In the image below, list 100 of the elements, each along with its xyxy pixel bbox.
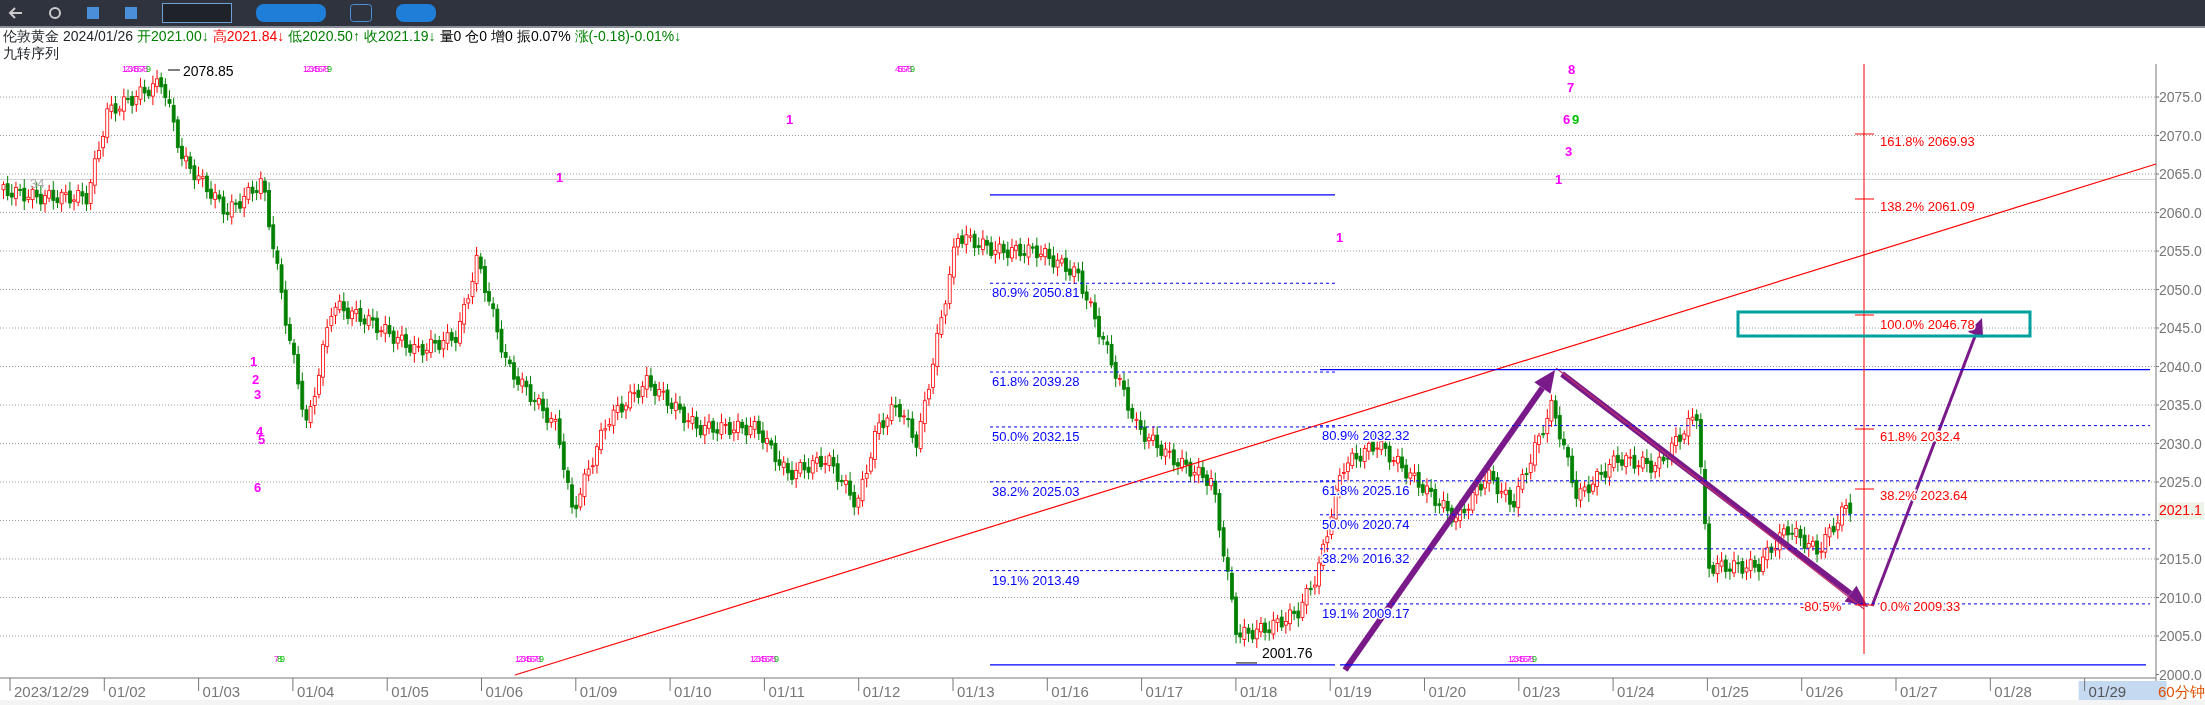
sequence-number: 1 bbox=[786, 112, 794, 127]
date-label[interactable]: 01/04 bbox=[296, 683, 335, 700]
date-label[interactable]: 01/11 bbox=[768, 683, 805, 700]
symbol-name: 伦敦黄金 bbox=[3, 28, 59, 45]
quote-field: 开2021.00↓ bbox=[137, 28, 209, 45]
date-label[interactable]: 01/29 bbox=[2088, 683, 2127, 700]
date-label[interactable]: 01/19 bbox=[1334, 683, 1372, 700]
price-label: 2075.0 bbox=[2159, 89, 2202, 105]
fib-line[interactable] bbox=[1319, 368, 2151, 371]
date-label[interactable]: 01/05 bbox=[391, 683, 429, 700]
fib-line[interactable] bbox=[989, 426, 1336, 428]
fib-line[interactable] bbox=[989, 570, 1336, 572]
price-label: 2000.0 bbox=[2159, 666, 2202, 683]
date-label[interactable]: 01/20 bbox=[1428, 683, 1467, 700]
quote-field: 增0 bbox=[491, 28, 513, 45]
sequence-number: 123456789 bbox=[122, 64, 150, 74]
sequence-number: 123456789 bbox=[1508, 654, 1536, 664]
period-tab[interactable] bbox=[350, 4, 372, 22]
tick-mark bbox=[1854, 428, 1875, 430]
toolbar-tab[interactable] bbox=[396, 4, 436, 22]
price-label: 2050.0 bbox=[2159, 281, 2202, 298]
date-label[interactable]: 01/02 bbox=[108, 683, 146, 700]
fib-level-label: 100.0% 2046.78 bbox=[1880, 317, 1975, 332]
fib-line[interactable] bbox=[1319, 425, 2151, 427]
fib-level-label: 19.1% 2013.49 bbox=[992, 572, 1080, 588]
fib-line[interactable] bbox=[989, 282, 1336, 284]
quote-field: 涨(-0.18)-0.01%↓ bbox=[574, 28, 682, 45]
period-label[interactable]: 60分钟 bbox=[2158, 683, 2205, 700]
fib-level-label: 0.0% 2009.33 bbox=[1880, 599, 1961, 614]
sequence-number: 123456789 bbox=[750, 654, 778, 664]
quote-field: 低2020.50↑ bbox=[288, 28, 360, 45]
price-label: 2035.0 bbox=[2159, 397, 2202, 413]
tick-mark bbox=[1854, 314, 1875, 316]
sequence-number: 7 bbox=[1567, 80, 1575, 95]
fib-level-label: 161.8% 2069.93 bbox=[1880, 134, 1975, 149]
date-label[interactable]: 01/03 bbox=[202, 683, 241, 700]
date-label[interactable]: 01/10 bbox=[674, 683, 712, 700]
fib-level-label: 138.2% 2061.09 bbox=[1880, 199, 1975, 214]
sequence-number: 123456789 bbox=[303, 64, 331, 74]
price-label: 34 bbox=[30, 175, 45, 191]
fib-line[interactable] bbox=[1319, 480, 2151, 482]
date-label[interactable]: 01/24 bbox=[1617, 683, 1655, 700]
back-icon[interactable] bbox=[8, 6, 24, 20]
fib-level-label: 61.8% 2039.28 bbox=[992, 374, 1080, 390]
leader-line bbox=[1235, 662, 1258, 664]
price-label: 2040.0 bbox=[2159, 358, 2202, 375]
grid-icon[interactable] bbox=[124, 6, 138, 20]
date-label[interactable]: 01/26 bbox=[1805, 683, 1844, 700]
date-label[interactable]: 01/23 bbox=[1522, 683, 1561, 700]
price-label: 2055.0 bbox=[2159, 243, 2202, 259]
sequence-number: 2 bbox=[252, 372, 260, 387]
arrow[interactable] bbox=[1555, 367, 1868, 610]
target-box[interactable] bbox=[1736, 310, 2032, 338]
sequence-number: 6 bbox=[1563, 112, 1571, 127]
sequence-number: 8 bbox=[1568, 64, 1576, 77]
quote-field: 振0.07% bbox=[516, 28, 571, 45]
sequence-number: 9 bbox=[1572, 112, 1580, 127]
leader-line bbox=[167, 69, 181, 71]
price-label: 2060.0 bbox=[2159, 204, 2202, 221]
date-label[interactable]: 01/16 bbox=[1051, 683, 1089, 700]
tick-mark bbox=[1854, 604, 1875, 606]
date-label[interactable]: 01/13 bbox=[957, 683, 995, 700]
sequence-number: 1 bbox=[1336, 230, 1344, 245]
price-label: 2030.0 bbox=[2159, 435, 2202, 452]
date-label[interactable]: 01/06 bbox=[485, 683, 524, 700]
chart-icon[interactable] bbox=[86, 6, 100, 20]
fib-line[interactable] bbox=[1319, 548, 2151, 550]
sequence-number: 1 bbox=[556, 170, 564, 185]
sequence-number: 3 bbox=[254, 387, 262, 402]
sequence-number: 1 bbox=[250, 354, 258, 369]
date-label[interactable]: 01/18 bbox=[1239, 683, 1278, 700]
date-label[interactable]: 01/12 bbox=[862, 683, 901, 700]
sequence-number: 123456789 bbox=[515, 654, 543, 664]
refresh-icon[interactable] bbox=[48, 6, 62, 20]
fib-line[interactable] bbox=[989, 481, 1336, 483]
date-label[interactable]: 01/09 bbox=[579, 683, 618, 700]
price-label: 2015.0 bbox=[2159, 551, 2202, 567]
price-label: 2070.0 bbox=[2159, 127, 2202, 144]
sequence-number: 456789 bbox=[895, 64, 914, 74]
trend-line[interactable] bbox=[514, 163, 2157, 676]
fib-line[interactable] bbox=[1319, 514, 2151, 516]
price-label: 2065.0 bbox=[2159, 166, 2202, 182]
search-field[interactable] bbox=[162, 3, 232, 23]
sequence-number: 3 bbox=[1565, 144, 1573, 159]
price-label: 2045.0 bbox=[2159, 320, 2202, 336]
date-label[interactable]: 01/28 bbox=[1994, 683, 2032, 700]
date-label[interactable]: 01/25 bbox=[1711, 683, 1749, 700]
low-price-label: 2001.76 bbox=[1262, 644, 1313, 661]
quote-field: 量0 bbox=[439, 28, 462, 45]
price-label: 2025.0 bbox=[2159, 474, 2202, 490]
date-label[interactable]: 01/17 bbox=[1145, 683, 1184, 700]
high-price-label: 2078.85 bbox=[183, 64, 234, 79]
indicator-title: 九转序列 bbox=[3, 45, 59, 61]
quote-date: 2024/01/26 bbox=[63, 28, 134, 45]
toolbar-tab[interactable] bbox=[256, 4, 326, 22]
tick-mark bbox=[1854, 488, 1875, 490]
fib-level-label: 80.9% 2050.81 bbox=[992, 285, 1080, 301]
fib-line[interactable] bbox=[1319, 603, 2151, 605]
date-label[interactable]: 2023/12/29 bbox=[14, 683, 90, 700]
date-label[interactable]: 01/27 bbox=[1900, 683, 1938, 700]
